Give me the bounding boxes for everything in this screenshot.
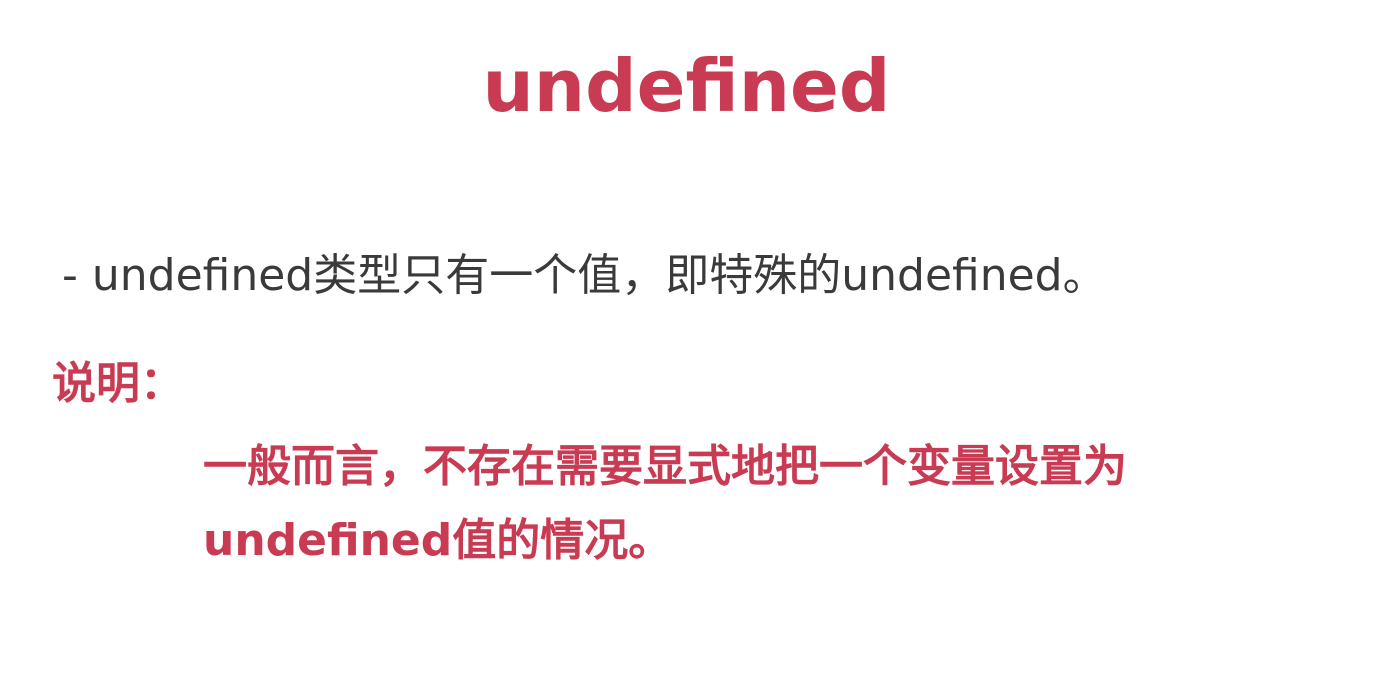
note-body: 一般而言，不存在需要显式地把一个变量设置为 undefined值的情况。 <box>203 430 1343 578</box>
note-label: 说明： <box>52 358 184 409</box>
slide: undefined - undefined类型只有一个值，即特殊的undefin… <box>0 0 1373 697</box>
note-line-1: 一般而言，不存在需要显式地把一个变量设置为 <box>203 441 1127 492</box>
bullet-text: - undefined类型只有一个值，即特殊的undefined。 <box>62 250 1107 301</box>
note-line-2: undefined值的情况。 <box>203 515 673 566</box>
slide-title: undefined <box>482 44 891 128</box>
